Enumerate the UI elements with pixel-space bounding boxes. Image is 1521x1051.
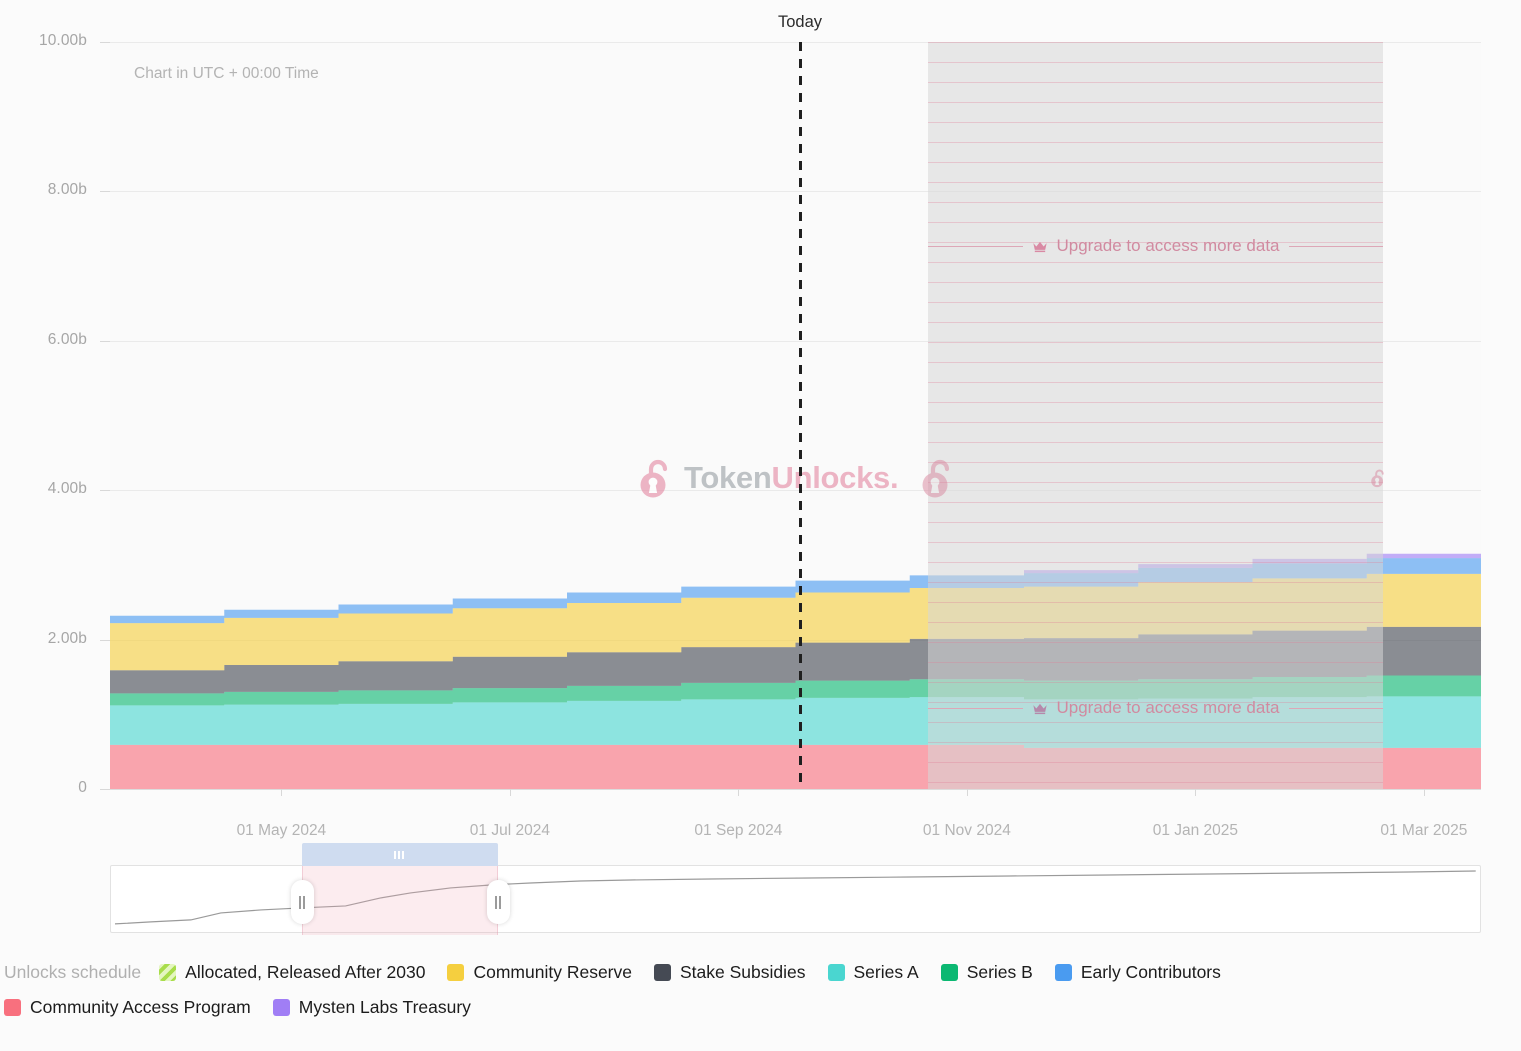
legend-swatch [159,964,176,981]
y-tick-mark [100,640,110,641]
legend-swatch [1055,964,1072,981]
x-tick-mark [281,789,282,796]
slider-drag-bar[interactable] [302,843,498,866]
x-tick-mark [1424,789,1425,796]
legend-label: Community Reserve [473,962,632,983]
y-tick-label: 6.00b [7,331,87,349]
legend-swatch [654,964,671,981]
stacked-area-svg [110,42,1481,789]
y-tick-mark [100,42,110,43]
y-tick-label: 4.00b [7,480,87,498]
y-tick-label: 2.00b [7,630,87,648]
legend-label: Allocated, Released After 2030 [185,962,425,983]
legend-swatch [4,999,21,1016]
legend-swatch [941,964,958,981]
legend-label: Mysten Labs Treasury [299,997,471,1018]
legend-item-series-b[interactable]: Series B [941,962,1033,983]
today-marker-line [799,42,802,789]
x-tick-label: 01 Sep 2024 [694,822,782,840]
legend-item-community-reserve[interactable]: Community Reserve [447,962,632,983]
legend-swatch [447,964,464,981]
chart-timezone-note: Chart in UTC + 00:00 Time [134,65,319,83]
legend-item-allocated-released-after-2030[interactable]: Allocated, Released After 2030 [159,962,425,983]
y-tick-mark [100,789,110,790]
x-tick-label: 01 Jan 2025 [1153,822,1238,840]
x-tick-label: 01 Mar 2025 [1380,822,1467,840]
area-series-community-access-program [110,745,1481,789]
x-tick-label: 01 Jul 2024 [470,822,550,840]
legend-swatch [273,999,290,1016]
x-tick-mark [738,789,739,796]
x-axis-line [110,789,1481,790]
legend-item-stake-subsidies[interactable]: Stake Subsidies [654,962,806,983]
y-tick-label: 10.00b [7,32,87,50]
x-tick-mark [967,789,968,796]
x-tick-mark [510,789,511,796]
legend-label: Stake Subsidies [680,962,806,983]
legend-item-early-contributors[interactable]: Early Contributors [1055,962,1221,983]
drag-grip-icon [394,851,406,859]
y-tick-label: 8.00b [7,181,87,199]
legend-label: Community Access Program [30,997,251,1018]
legend-item-mysten-labs-treasury[interactable]: Mysten Labs Treasury [273,997,471,1018]
y-tick-mark [100,341,110,342]
x-tick-mark [1195,789,1196,796]
legend-swatch [828,964,845,981]
range-slider[interactable] [110,865,1481,933]
slider-handle-right[interactable] [487,880,510,924]
legend-label: Series A [854,962,919,983]
legend-row-primary: Unlocks schedule Allocated, Released Aft… [0,962,1521,983]
chart-legend: Unlocks schedule Allocated, Released Aft… [0,962,1521,1018]
y-tick-mark [100,490,110,491]
slider-handle-left[interactable] [291,880,314,924]
y-tick-label: 0 [7,779,87,797]
x-tick-label: 01 Nov 2024 [923,822,1011,840]
x-tick-label: 01 May 2024 [237,822,327,840]
legend-item-series-a[interactable]: Series A [828,962,919,983]
legend-title: Unlocks schedule [4,962,141,983]
token-unlocks-chart-page: 0 2.00b 4.00b 6.00b 8.00b 10.00b Chart in UTC… [0,0,1521,1051]
stacked-area-series [110,42,1481,789]
y-tick-mark [100,191,110,192]
legend-label: Early Contributors [1081,962,1221,983]
slider-selection[interactable] [302,865,498,935]
legend-row-secondary: Community Access Program Mysten Labs Trea… [0,997,1521,1018]
handle-grip-icon [299,896,306,909]
legend-item-community-access-program[interactable]: Community Access Program [4,997,251,1018]
handle-grip-icon [495,896,502,909]
today-label: Today [778,13,822,32]
legend-label: Series B [967,962,1033,983]
